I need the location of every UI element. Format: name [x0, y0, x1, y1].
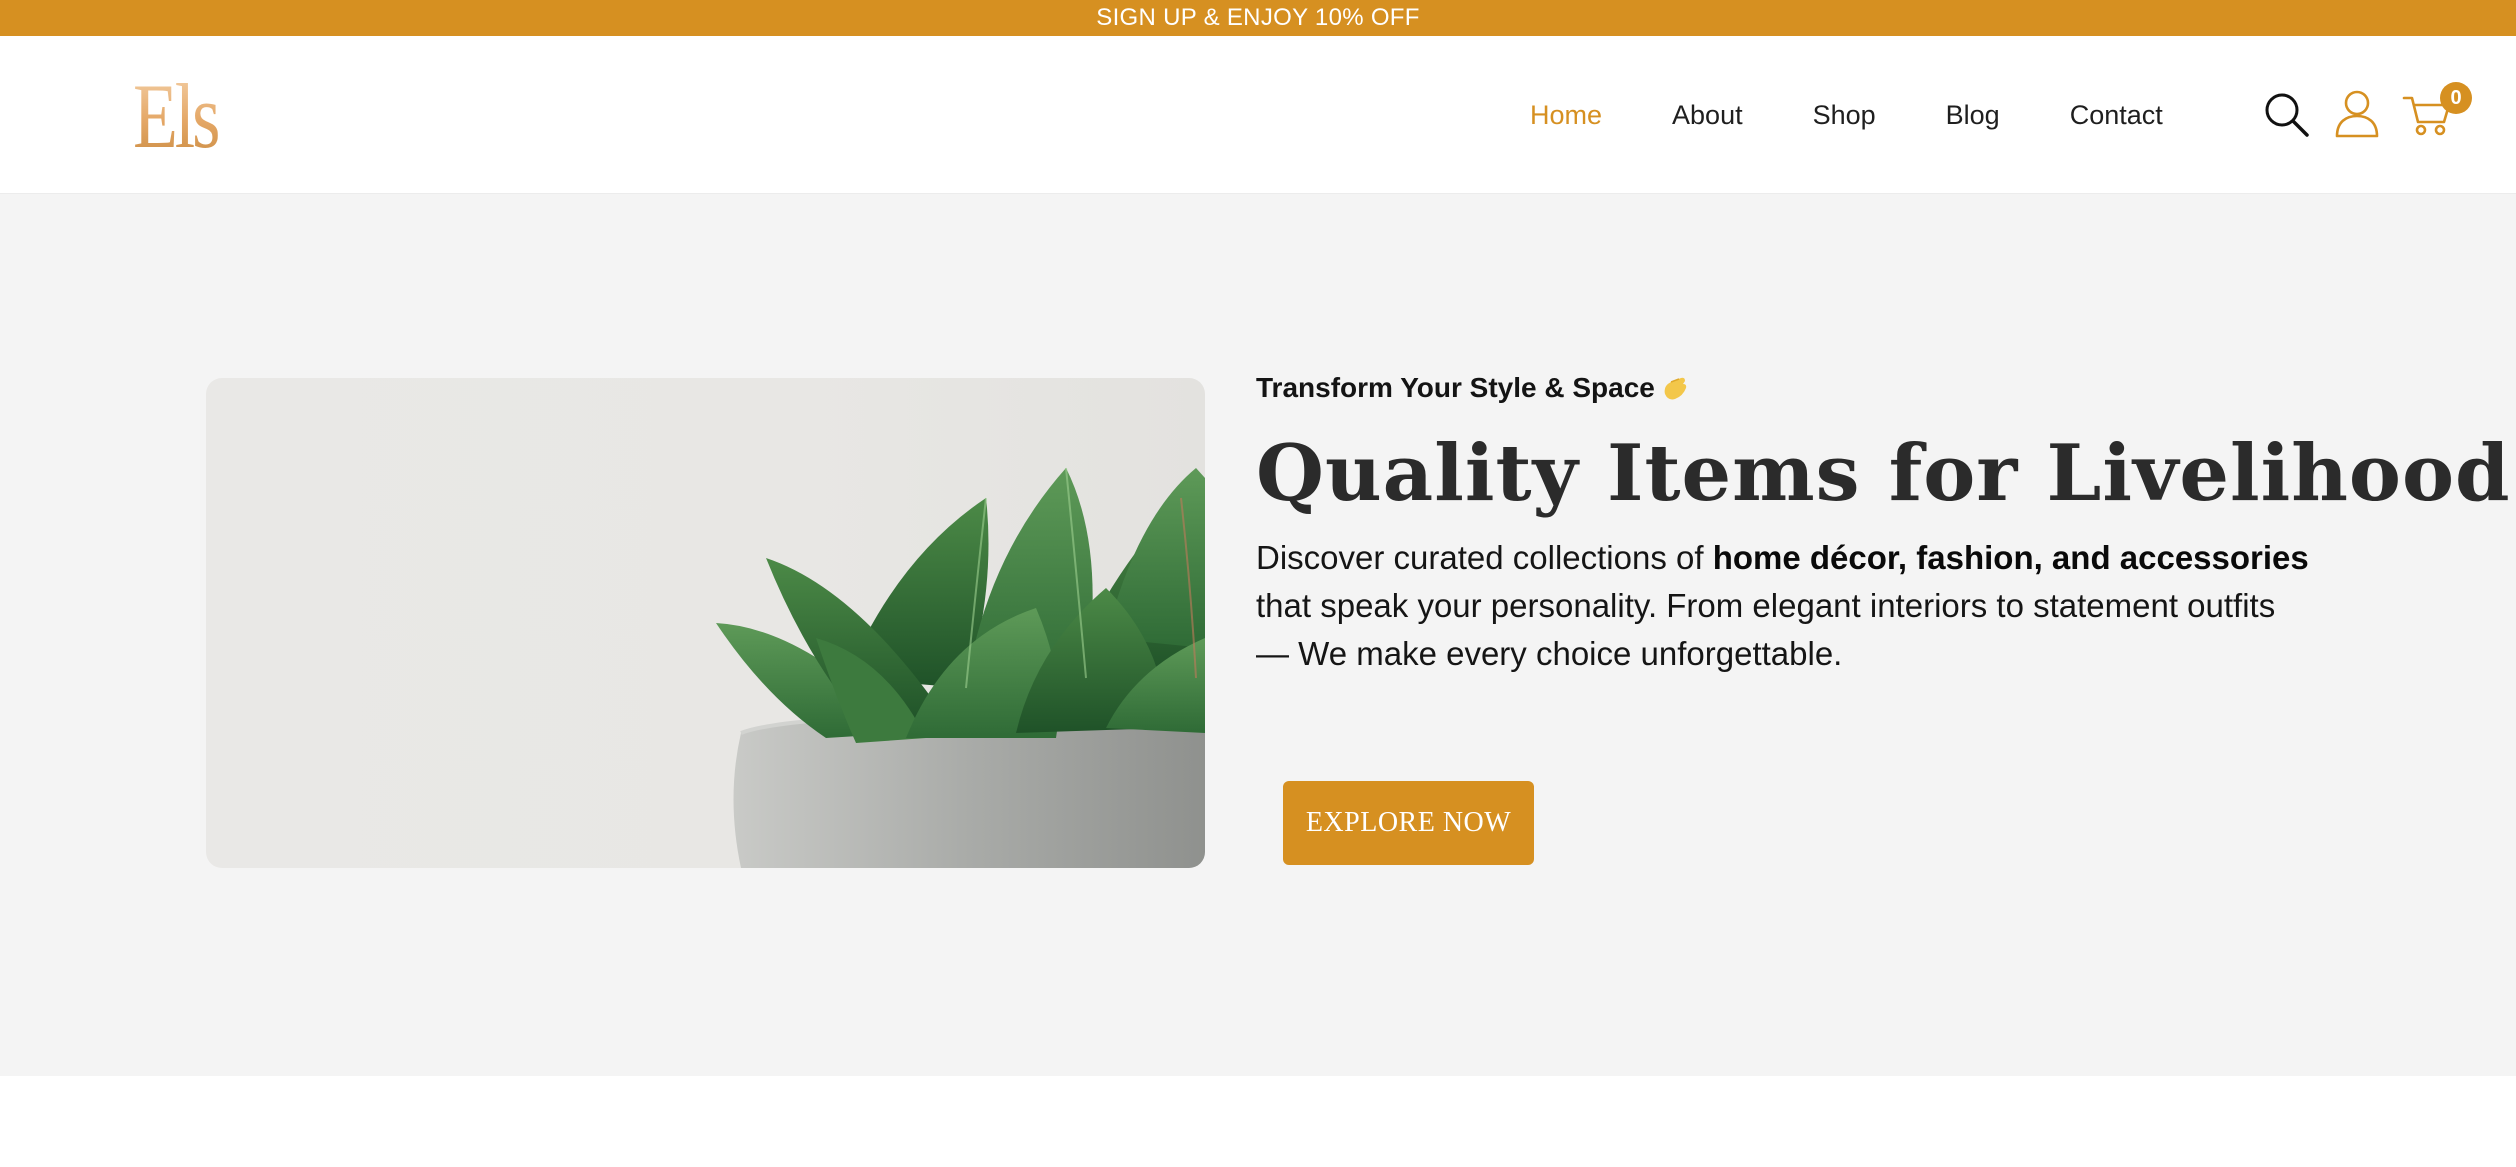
promo-banner: SIGN UP & ENJOY 10% OFF — [0, 0, 2516, 36]
logo-text: Els — [133, 65, 221, 167]
site-header: Els Home About Shop Blog Contact 0 — [0, 36, 2516, 194]
succulent-plant-illustration — [716, 467, 1205, 868]
waving-hand-icon — [1659, 372, 1691, 404]
nav-about[interactable]: About — [1672, 100, 1743, 131]
hero-image-succulent — [206, 378, 1205, 868]
hero-eyebrow: Transform Your Style & Space — [1256, 372, 1691, 404]
search-icon[interactable] — [2262, 90, 2310, 138]
hero-description: Discover curated collections of home déc… — [1256, 534, 2316, 678]
nav-shop[interactable]: Shop — [1813, 100, 1876, 131]
explore-now-button[interactable]: EXPLORE NOW — [1283, 781, 1534, 865]
description-rest: that speak your personality. From elegan… — [1256, 587, 2276, 672]
eyebrow-text: Transform Your Style & Space — [1256, 372, 1655, 403]
hero-section: Transform Your Style & Space Quality Ite… — [0, 194, 2516, 1076]
page-footer-strip — [0, 1076, 2516, 1167]
user-icon[interactable] — [2334, 88, 2380, 138]
description-highlight: home décor, fashion, and accessories — [1712, 539, 2309, 576]
site-logo[interactable]: Els — [133, 66, 243, 166]
description-intro: Discover curated collections of — [1256, 539, 1713, 576]
nav-contact[interactable]: Contact — [2070, 100, 2163, 131]
main-nav: Home About Shop Blog Contact — [1530, 36, 2163, 194]
nav-home[interactable]: Home — [1530, 100, 1602, 131]
cart-count-badge: 0 — [2440, 82, 2472, 114]
nav-blog[interactable]: Blog — [1946, 100, 2000, 131]
hero-headline: Quality Items for Livelihood — [1256, 428, 2511, 519]
